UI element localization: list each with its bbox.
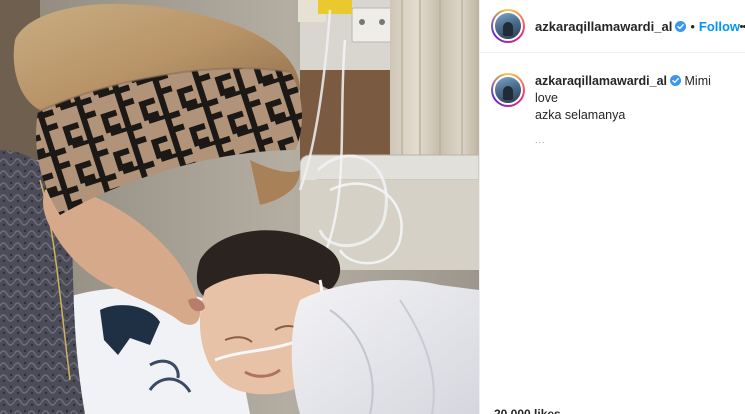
post-header: azkaraqillamawardi_al • Follow	[480, 0, 745, 53]
instagram-post: azkaraqillamawardi_al • Follow azkaraqil…	[0, 0, 745, 414]
author-avatar[interactable]	[491, 9, 525, 43]
likes-count[interactable]: 20,000 likes	[494, 405, 561, 414]
caption-meta: ...	[535, 135, 546, 145]
post-side-panel: azkaraqillamawardi_al • Follow azkaraqil…	[479, 0, 745, 414]
verified-badge-icon	[670, 75, 682, 86]
caption-text-line2: azka selamanya	[535, 108, 626, 122]
more-options-icon[interactable]	[740, 18, 745, 34]
caption-author-username[interactable]: azkaraqillamawardi_al	[535, 74, 667, 88]
header-separator: •	[690, 18, 695, 34]
caption-body: azkaraqillamawardi_al Mimi love azka sel…	[535, 73, 731, 149]
follow-button[interactable]: Follow	[699, 19, 740, 34]
author-username-text[interactable]: azkaraqillamawardi_al	[535, 19, 672, 34]
post-photo[interactable]	[0, 0, 479, 414]
avatar-image	[493, 11, 523, 41]
avatar-image	[493, 75, 523, 105]
caption-comment: azkaraqillamawardi_al Mimi love azka sel…	[480, 53, 745, 149]
caption-author-avatar[interactable]	[491, 73, 525, 107]
author-username[interactable]: azkaraqillamawardi_al	[535, 19, 687, 34]
verified-badge-icon	[675, 20, 687, 32]
hospital-photo	[0, 0, 479, 414]
